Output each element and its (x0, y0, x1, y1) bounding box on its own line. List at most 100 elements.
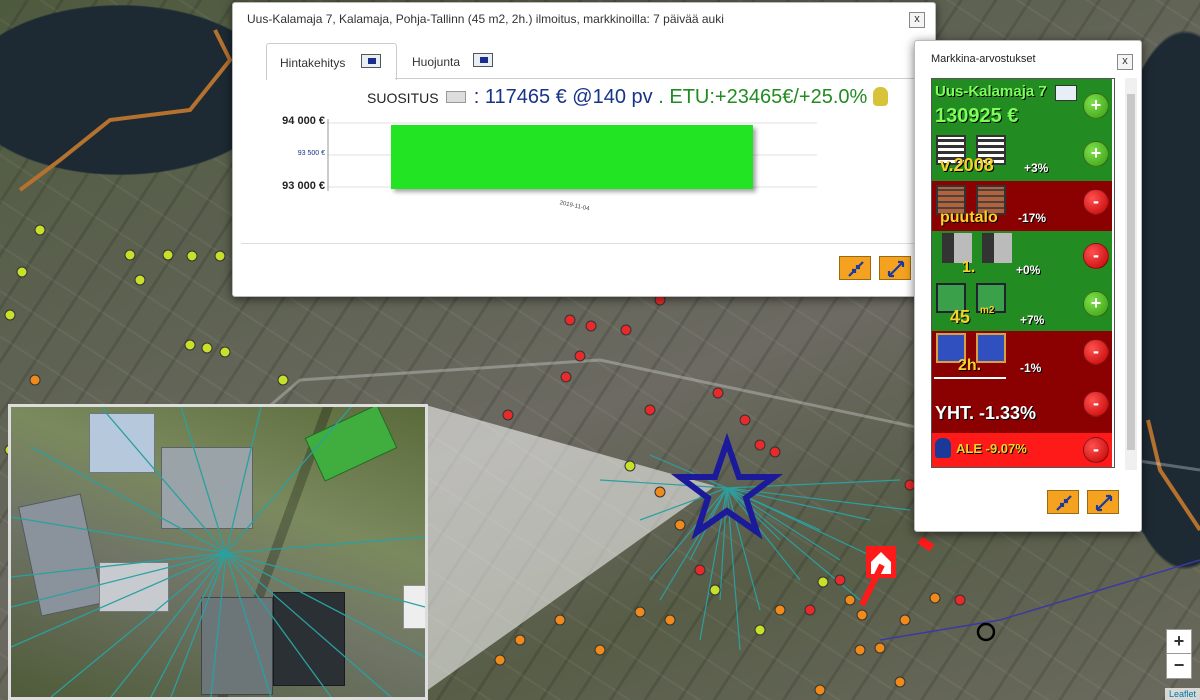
inset-rays (11, 407, 425, 697)
summary-value: : 117465 € @140 pv (473, 86, 653, 108)
listing-marker[interactable] (899, 614, 911, 626)
listing-marker[interactable] (277, 374, 289, 386)
remove-button[interactable]: - (1083, 189, 1109, 215)
rooms-label: 2h. (958, 357, 982, 374)
listing-marker[interactable] (585, 320, 597, 332)
listing-marker[interactable] (712, 387, 724, 399)
add-button[interactable]: + (1083, 291, 1109, 317)
x-tick-label: 2019-11-04 (559, 200, 590, 212)
listing-marker[interactable] (201, 342, 213, 354)
listing-marker[interactable] (654, 486, 666, 498)
shrink-button[interactable] (839, 256, 871, 280)
remove-button[interactable]: - (1083, 243, 1109, 269)
expand-button[interactable] (1087, 490, 1119, 514)
listing-marker[interactable] (29, 374, 41, 386)
shrink-arrows-icon (1056, 495, 1072, 511)
zoom-out-button[interactable]: − (1166, 653, 1192, 679)
listing-marker[interactable] (560, 371, 572, 383)
listing-marker[interactable] (219, 346, 231, 358)
listing-marker[interactable] (856, 609, 868, 621)
material-row: puutalo -17% - (932, 181, 1112, 231)
listing-marker[interactable] (929, 592, 941, 604)
market-valuations-panel: Markkina-arvostukset x Uus-Kalamaja 7 13… (914, 40, 1142, 532)
location-marker[interactable] (976, 622, 996, 642)
listing-marker[interactable] (894, 676, 906, 688)
listing-marker[interactable] (814, 684, 826, 696)
listing-marker[interactable] (16, 266, 28, 278)
listing-marker[interactable] (214, 250, 226, 262)
attribution-link[interactable]: Leaflet (1164, 688, 1200, 700)
expand-button[interactable] (879, 256, 911, 280)
summary-etu: ETU:+23465€/+25.0% (669, 86, 868, 108)
listing-marker[interactable] (804, 604, 816, 616)
remove-button[interactable]: - (1083, 339, 1109, 365)
shrink-arrows-icon (848, 261, 864, 277)
listing-marker[interactable] (184, 339, 196, 351)
listing-marker[interactable] (494, 654, 506, 666)
area-pct: +7% (1020, 313, 1045, 327)
listing-marker[interactable] (124, 249, 136, 261)
area-label: 45 (950, 307, 971, 327)
add-button[interactable]: + (1083, 93, 1109, 119)
listing-marker[interactable] (186, 250, 198, 262)
tab-hintakehitys[interactable]: Hintakehitys (266, 43, 397, 80)
listing-marker[interactable] (620, 324, 632, 336)
listing-marker[interactable] (664, 614, 676, 626)
map-pin-icon[interactable] (1055, 85, 1077, 101)
target-star[interactable] (671, 432, 783, 540)
money-bag-icon (872, 87, 888, 106)
listing-marker[interactable] (817, 576, 829, 588)
listing-marker[interactable] (739, 414, 751, 426)
listing-marker[interactable] (694, 564, 706, 576)
listing-marker[interactable] (634, 606, 646, 618)
tab-huojunta[interactable]: Huojunta (399, 43, 509, 79)
summary-prefix: SUOSITUS (367, 90, 439, 106)
listing-marker[interactable] (134, 274, 146, 286)
listing-marker[interactable] (834, 574, 846, 586)
price-label: 130925 € (935, 105, 1019, 127)
listing-marker[interactable] (4, 309, 16, 321)
listing-marker[interactable] (754, 624, 766, 636)
y-tick-label: 93 000 € (282, 180, 325, 192)
rooms-row: 2h. -1% - (932, 331, 1112, 381)
panel-close-button[interactable]: x (1117, 54, 1133, 70)
listing-marker[interactable] (34, 224, 46, 236)
tab-label: Hintakehitys (280, 56, 346, 70)
remove-button[interactable]: - (1083, 437, 1109, 463)
listing-marker[interactable] (624, 460, 636, 472)
listing-marker[interactable] (644, 404, 656, 416)
add-button[interactable]: + (1083, 141, 1109, 167)
year-row: v.2008 +3% + (932, 129, 1112, 181)
listing-marker[interactable] (574, 350, 586, 362)
listing-marker[interactable] (954, 594, 966, 606)
listing-marker[interactable] (769, 446, 781, 458)
house-marker[interactable] (859, 536, 935, 607)
listing-marker[interactable] (874, 642, 886, 654)
listing-marker[interactable] (162, 249, 174, 261)
year-label: v.2008 (940, 155, 994, 175)
chart-bar (391, 125, 753, 189)
floor-label: 1. (962, 259, 976, 276)
zoom-inset (8, 404, 428, 700)
chart-icon (361, 54, 381, 68)
listing-marker[interactable] (854, 644, 866, 656)
search-icon[interactable] (446, 91, 467, 103)
listing-marker[interactable] (754, 439, 766, 451)
shrink-button[interactable] (1047, 490, 1079, 514)
popup-close-button[interactable]: x (909, 12, 925, 28)
listing-marker[interactable] (514, 634, 526, 646)
remove-button[interactable]: - (1083, 391, 1109, 417)
listing-marker[interactable] (709, 584, 721, 596)
zoom-in-button[interactable]: + (1166, 629, 1192, 655)
discount-label: ALE -9.07% (956, 441, 1027, 456)
listing-marker[interactable] (674, 519, 686, 531)
listing-marker[interactable] (502, 409, 514, 421)
panel-scrollbar[interactable] (1125, 78, 1137, 470)
listing-marker[interactable] (844, 594, 856, 606)
listing-marker[interactable] (554, 614, 566, 626)
listing-marker[interactable] (564, 314, 576, 326)
scrollbar-thumb[interactable] (1127, 94, 1135, 450)
listing-marker[interactable] (594, 644, 606, 656)
listing-marker[interactable] (774, 604, 786, 616)
y-tick-label: 93 500 € (297, 150, 325, 157)
